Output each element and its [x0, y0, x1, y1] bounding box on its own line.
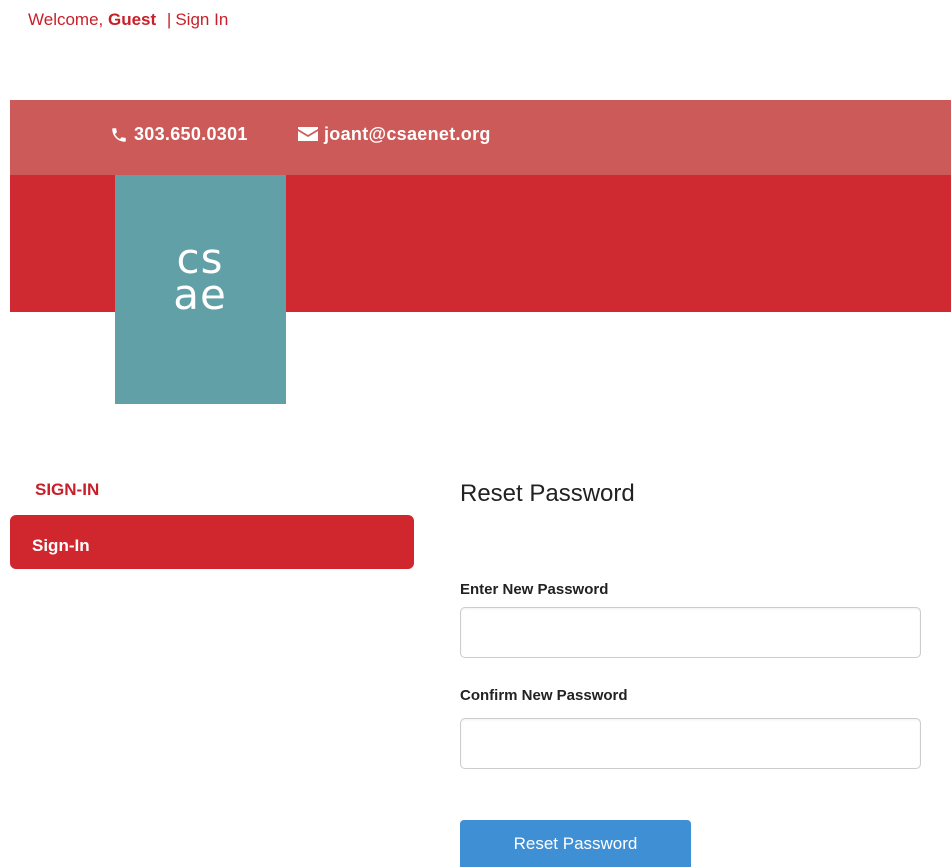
welcome-prefix: Welcome,: [28, 10, 104, 29]
envelope-icon: [298, 126, 318, 141]
contact-phone[interactable]: 303.650.0301: [110, 124, 248, 145]
contact-email[interactable]: joant@csaenet.org: [298, 124, 491, 145]
new-password-input[interactable]: [460, 607, 921, 658]
confirm-password-label: Confirm New Password: [460, 687, 628, 704]
reset-password-button[interactable]: Reset Password: [460, 820, 691, 867]
contact-bar: 303.650.0301 joant@csaenet.org: [10, 100, 951, 175]
sidebar-heading: SIGN-IN: [35, 480, 100, 499]
logo-text: cs ae: [165, 238, 235, 319]
page-title: Reset Password: [460, 480, 635, 507]
new-password-label: Enter New Password: [460, 581, 609, 598]
logo-line-2: ae: [173, 270, 227, 319]
separator: |: [166, 10, 172, 29]
email-address: joant@csaenet.org: [324, 124, 491, 144]
welcome-bar: Welcome, Guest | Sign In: [28, 10, 228, 30]
confirm-password-input[interactable]: [460, 718, 921, 769]
phone-icon: [112, 127, 126, 142]
user-name: Guest: [108, 10, 157, 29]
signin-link[interactable]: Sign In: [175, 10, 228, 29]
phone-number: 303.650.0301: [134, 124, 248, 144]
sidebar-item-sign-in[interactable]: Sign-In: [10, 515, 414, 569]
csae-logo[interactable]: cs ae: [115, 175, 286, 404]
